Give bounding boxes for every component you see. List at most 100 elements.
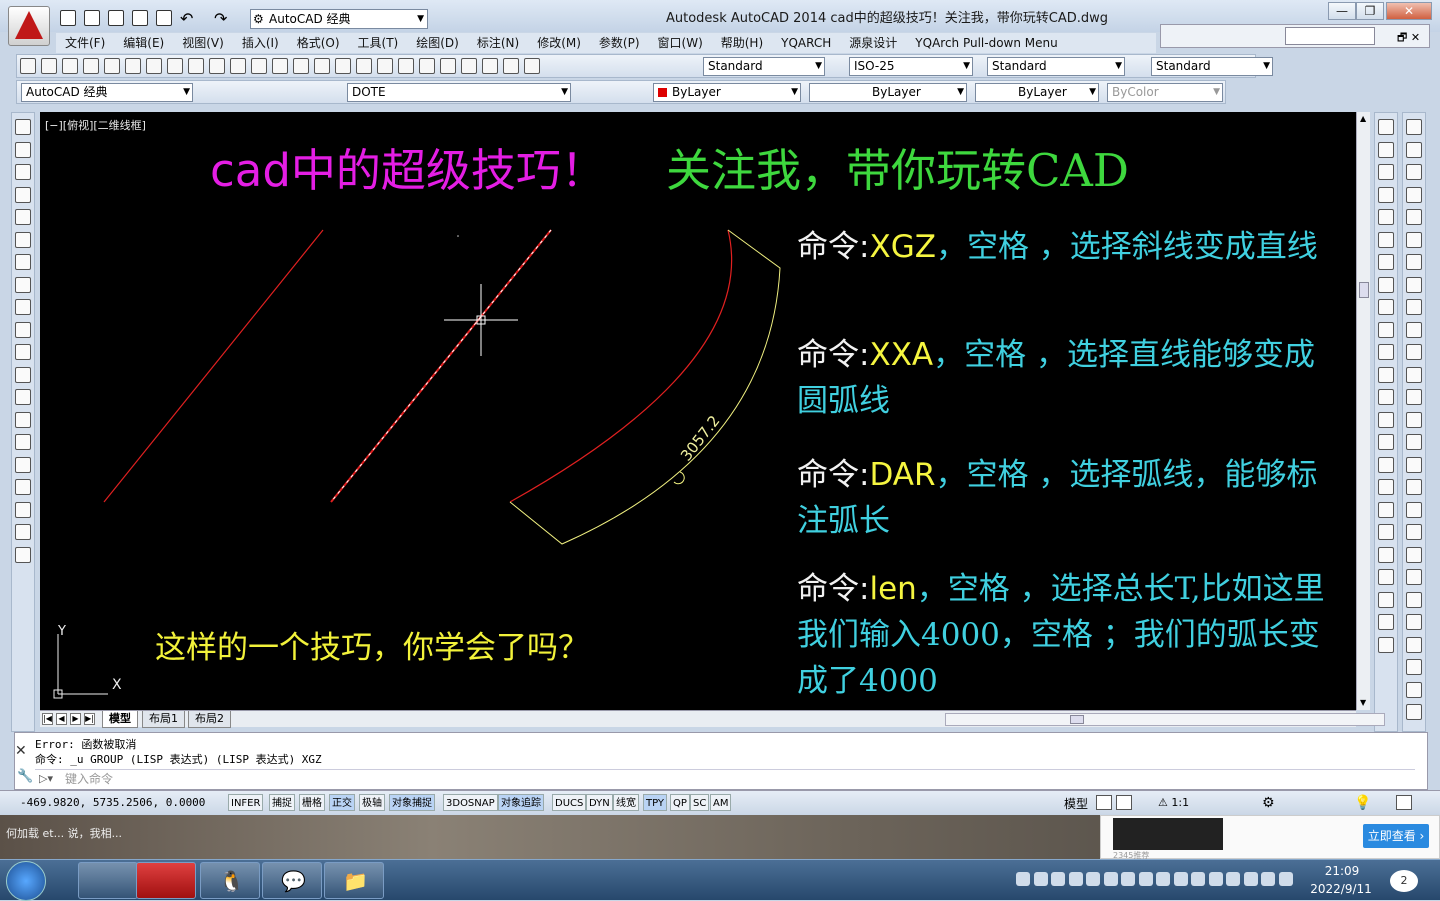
first-tab-button[interactable]: |◀ — [42, 713, 53, 725]
modify-tool-icon[interactable] — [1378, 299, 1394, 315]
preview-icon[interactable] — [104, 58, 120, 74]
status-toggle-对象捕捉[interactable]: 对象捕捉 — [389, 794, 435, 811]
quick-view-layouts-icon[interactable] — [1096, 795, 1112, 810]
draw-tool-icon[interactable] — [15, 186, 31, 203]
dimension-tool-icon[interactable] — [1406, 209, 1422, 225]
dimension-tool-icon[interactable] — [1406, 434, 1422, 450]
new-file-icon[interactable] — [60, 10, 76, 26]
menu-item[interactable]: 帮助(H) — [712, 33, 772, 53]
calculator-icon[interactable] — [482, 58, 498, 74]
draw-tool-icon[interactable] — [15, 524, 31, 540]
text-style-combo[interactable]: Standard ▼ — [703, 57, 825, 76]
save-icon[interactable] — [108, 10, 124, 26]
color-combo[interactable]: ByLayer ▼ — [653, 83, 801, 102]
publish-icon[interactable] — [125, 58, 141, 74]
mini-search-field[interactable] — [1285, 27, 1375, 45]
draw-tool-icon[interactable] — [15, 299, 31, 315]
ad-view-button[interactable]: 立即查看 › — [1363, 824, 1429, 848]
tray-icon[interactable] — [1121, 872, 1135, 886]
taskbar-app-explorer-tiles[interactable] — [78, 862, 138, 899]
dimension-tool-icon[interactable] — [1406, 659, 1422, 675]
draw-tool-icon[interactable] — [15, 434, 31, 450]
modify-tool-icon[interactable] — [1378, 636, 1394, 653]
menu-item[interactable]: 源泉设计 — [840, 33, 906, 53]
dimension-tool-icon[interactable] — [1406, 344, 1422, 360]
menu-item[interactable]: 标注(N) — [468, 33, 528, 53]
dimension-tool-icon[interactable] — [1406, 231, 1422, 248]
prev-tab-button[interactable]: ◀ — [56, 713, 67, 725]
workspace-combo[interactable]: AutoCAD 经典 ▼ — [21, 83, 193, 102]
sheet-set-icon[interactable] — [440, 58, 456, 74]
redo-icon[interactable] — [272, 58, 288, 74]
modify-tool-icon[interactable] — [1378, 524, 1394, 540]
close-button[interactable]: ✕ — [1386, 2, 1432, 20]
dimension-tool-icon[interactable] — [1406, 164, 1422, 180]
properties-icon[interactable] — [377, 58, 393, 74]
tray-icon[interactable] — [1103, 872, 1118, 886]
last-tab-button[interactable]: ▶| — [84, 713, 95, 725]
open-file-icon[interactable] — [84, 10, 100, 26]
tray-icon[interactable] — [1016, 872, 1030, 886]
draw-tool-icon[interactable] — [15, 366, 31, 383]
save-icon[interactable] — [62, 58, 78, 74]
modify-tool-icon[interactable] — [1378, 546, 1394, 563]
text-style-icon[interactable] — [524, 58, 540, 74]
status-toggle-栅格[interactable]: 栅格 — [299, 794, 325, 811]
tray-icon[interactable] — [1173, 872, 1188, 886]
status-toggle-线宽[interactable]: 线宽 — [613, 794, 639, 811]
tab-layout2[interactable]: 布局2 — [188, 711, 231, 728]
tray-icon[interactable] — [1086, 872, 1100, 886]
tab-model[interactable]: 模型 — [102, 711, 138, 728]
draw-tool-icon[interactable] — [15, 209, 31, 225]
table-style-combo[interactable]: Standard ▼ — [987, 57, 1125, 76]
modify-tool-icon[interactable] — [1378, 569, 1394, 585]
drawing-area[interactable]: [−][俯视][二维线框] cad中的超级技巧！ 关注我，带你玩转CAD 305… — [40, 112, 1356, 710]
workspace-selector[interactable]: ⚙ AutoCAD 经典 ▼ — [250, 9, 428, 29]
dimension-tool-icon[interactable] — [1406, 479, 1422, 495]
modify-tool-icon[interactable] — [1378, 389, 1394, 405]
draw-tool-icon[interactable] — [15, 119, 31, 135]
status-toggle-3dosnap[interactable]: 3DOSNAP — [443, 794, 498, 811]
menu-item[interactable]: 格式(O) — [288, 33, 349, 53]
command-input[interactable]: ▷▾ 键入命令 — [35, 769, 1415, 787]
draw-tool-icon[interactable] — [15, 254, 31, 270]
scroll-up-icon[interactable]: ▲ — [1360, 114, 1366, 123]
tab-layout1[interactable]: 布局1 — [142, 711, 185, 728]
gear-icon[interactable]: ⚙ — [1262, 795, 1275, 811]
model-space-button[interactable]: 模型 — [1064, 795, 1088, 812]
modify-tool-icon[interactable] — [1378, 119, 1394, 135]
draw-tool-icon[interactable] — [15, 141, 31, 158]
print-icon[interactable] — [156, 10, 172, 26]
modify-tool-icon[interactable] — [1378, 434, 1394, 450]
draw-tool-icon[interactable] — [15, 456, 31, 473]
quick-view-drawings-icon[interactable] — [1116, 795, 1132, 810]
layer-combo[interactable]: DOTE ▼ — [347, 83, 571, 102]
draw-tool-icon[interactable] — [15, 501, 31, 518]
modify-tool-icon[interactable] — [1378, 276, 1394, 293]
modify-tool-icon[interactable] — [1378, 614, 1394, 630]
dimension-tool-icon[interactable] — [1406, 389, 1422, 405]
notification-icon[interactable]: 2 — [1390, 870, 1418, 892]
dimension-tool-icon[interactable] — [1406, 254, 1422, 270]
draw-tool-icon[interactable] — [15, 389, 31, 405]
dimension-tool-icon[interactable] — [1406, 636, 1422, 653]
tray-icon[interactable] — [1138, 872, 1153, 886]
status-toggle-infer[interactable]: INFER — [228, 794, 264, 811]
modify-tool-icon[interactable] — [1378, 231, 1394, 248]
clock-date[interactable]: 2022/9/11 — [1306, 882, 1376, 896]
dimension-tool-icon[interactable] — [1406, 299, 1422, 315]
dimension-tool-icon[interactable] — [1406, 321, 1422, 338]
restore-doc-button[interactable]: 🗗 ✕ — [1397, 29, 1420, 48]
clean-screen-icon[interactable] — [1396, 795, 1412, 810]
tray-icon[interactable] — [1156, 872, 1170, 886]
modify-tool-icon[interactable] — [1378, 411, 1394, 428]
modify-tool-icon[interactable] — [1378, 479, 1394, 495]
close-icon[interactable]: ✕ — [15, 743, 29, 759]
status-toggle-捕捉[interactable]: 捕捉 — [269, 794, 295, 811]
status-toggle-正交[interactable]: 正交 — [329, 794, 355, 811]
status-toggle-极轴[interactable]: 极轴 — [359, 794, 385, 811]
horizontal-scroll-thumb[interactable] — [1070, 715, 1084, 724]
cut-icon[interactable] — [167, 58, 183, 74]
draw-tool-icon[interactable] — [15, 231, 31, 248]
undo-icon[interactable] — [251, 58, 267, 74]
